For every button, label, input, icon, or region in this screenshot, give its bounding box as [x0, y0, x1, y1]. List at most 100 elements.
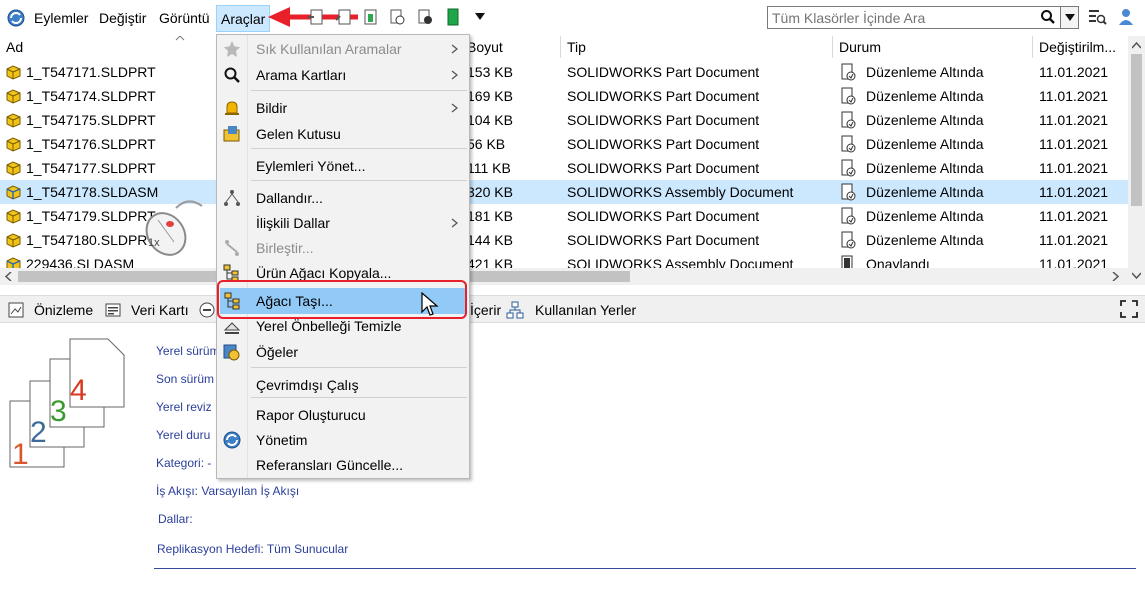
search-dropdown-button[interactable] — [1060, 7, 1078, 28]
file-size: 111 KB — [467, 160, 511, 176]
column-header-size[interactable]: Boyut — [467, 36, 503, 58]
horizontal-scrollbar[interactable] — [0, 268, 1128, 285]
tab-contains[interactable]: İçerir — [470, 302, 501, 318]
menu-item-update-references[interactable]: Referansları Güncelle... — [217, 453, 469, 477]
maximize-icon[interactable] — [1120, 300, 1138, 318]
file-size: 56 KB — [467, 136, 506, 152]
chevron-down-icon[interactable] — [474, 12, 486, 22]
editing-state-icon — [841, 135, 856, 153]
tab-data-card[interactable]: Veri Kartı — [131, 302, 189, 318]
file-modified: 11.01.2021 — [1039, 112, 1109, 128]
tab-where-used[interactable]: Kullanılan Yerler — [535, 302, 636, 318]
file-name: 1_T547176.SLDPRT — [26, 136, 156, 152]
file-modified: 11.01.2021 — [1039, 136, 1109, 152]
submenu-arrow-icon — [451, 103, 458, 113]
table-row[interactable]: 1_T547176.SLDPRT 56 KB SOLIDWORKS Part Doc… — [0, 132, 1128, 156]
file-name: 1_T547177.SLDPRT — [26, 160, 156, 176]
administration-icon — [223, 431, 241, 449]
vault-refresh-icon[interactable] — [6, 8, 26, 28]
file-type: SOLIDWORKS Part Document — [567, 88, 760, 104]
part-file-icon — [6, 209, 21, 224]
search-cards-icon — [224, 67, 240, 83]
user-icon[interactable] — [1118, 8, 1134, 26]
part-file-icon — [6, 233, 21, 248]
file-status: Düzenleme Altında — [866, 136, 984, 152]
editing-state-icon — [841, 63, 856, 81]
scroll-up-icon[interactable] — [1132, 41, 1141, 49]
menu-item-label: İlişkili Dallar — [256, 215, 330, 231]
menu-item-favorite-searches: Sık Kullanılan Aramalar — [217, 37, 469, 61]
detail-tab-bar: Önizleme Veri Kartı İçerir Kullanılan Ye… — [0, 295, 1145, 323]
menu-item-items[interactable]: Öğeler — [217, 340, 469, 364]
column-header-status[interactable]: Durum — [839, 36, 881, 58]
checkin-icon[interactable] — [362, 8, 378, 26]
menu-araclar[interactable]: Araçlar — [216, 5, 271, 32]
table-row[interactable]: 1_T547175.SLDPRT 104 KB SOLIDWORKS Part Do… — [0, 108, 1128, 132]
menu-item-work-offline[interactable]: Çevrimdışı Çalış — [217, 373, 469, 397]
book-icon[interactable] — [445, 8, 461, 26]
vertical-scrollbar[interactable] — [1128, 36, 1145, 285]
search-icon[interactable] — [1040, 9, 1056, 25]
menu-item-branch[interactable]: Dallandır... — [217, 186, 469, 210]
svg-text:1: 1 — [12, 438, 29, 471]
svg-text:2: 2 — [30, 416, 47, 449]
menu-item-inbox[interactable]: Gelen Kutusu — [217, 122, 469, 146]
column-header-name[interactable]: Ad — [6, 36, 23, 58]
new-file-icon[interactable] — [307, 8, 323, 26]
menu-item-notify[interactable]: Bildir — [217, 96, 469, 120]
get-version-icon[interactable] — [389, 8, 405, 26]
menu-eylemler[interactable]: Eylemler — [34, 10, 88, 26]
submenu-arrow-icon — [451, 70, 458, 80]
table-row[interactable]: 1_T547177.SLDPRT 111 KB SOLIDWORKS Part Do… — [0, 156, 1128, 180]
file-size: 104 KB — [467, 112, 513, 128]
menu-item-label: Sık Kullanılan Aramalar — [256, 41, 402, 57]
tab-preview[interactable]: Önizleme — [34, 302, 93, 318]
menu-item-search-cards[interactable]: Arama Kartları — [217, 63, 469, 87]
menu-item-label: Referansları Güncelle... — [256, 457, 404, 473]
menu-item-manage-actions[interactable]: Eylemleri Yönet... — [217, 154, 469, 178]
file-type: SOLIDWORKS Part Document — [567, 160, 760, 176]
undo-checkout-icon[interactable] — [417, 8, 433, 26]
table-row[interactable]: 1_T547174.SLDPRT 169 KB SOLIDWORKS Part Do… — [0, 84, 1128, 108]
file-modified: 11.01.2021 — [1039, 232, 1109, 248]
file-type: SOLIDWORKS Part Document — [567, 112, 760, 128]
file-size: 421 KB — [467, 256, 513, 268]
where-used-icon — [506, 301, 524, 319]
search-input[interactable] — [768, 7, 1038, 28]
scroll-right-icon[interactable] — [1112, 272, 1120, 281]
scroll-down-icon[interactable] — [1132, 272, 1141, 280]
detail-replication: Replikasyon Hedefi: Tüm Sunucular — [157, 542, 349, 556]
vertical-scroll-thumb[interactable] — [1131, 54, 1142, 206]
file-status: Düzenleme Altında — [866, 184, 984, 200]
part-file-icon — [6, 161, 21, 176]
sort-ascending-icon — [175, 36, 185, 41]
search-box[interactable] — [767, 6, 1079, 29]
inbox-icon — [223, 126, 240, 142]
menu-item-related-branches[interactable]: İlişkili Dallar — [217, 211, 469, 235]
menu-degistir[interactable]: Değiştir — [99, 10, 146, 26]
menu-goruntu[interactable]: Görüntü — [159, 10, 210, 26]
detail-divider — [154, 568, 1136, 569]
scroll-left-icon[interactable] — [4, 272, 12, 281]
branch-icon — [224, 190, 240, 206]
open-file-icon[interactable] — [335, 8, 351, 26]
menu-item-report-generator[interactable]: Rapor Oluşturucu — [217, 403, 469, 427]
table-row[interactable]: 1_T547171.SLDPRT 153 KB SOLIDWORKS Part Do… — [0, 60, 1128, 84]
menu-item-administration[interactable]: Yönetim — [217, 428, 469, 452]
file-type: SOLIDWORKS Part Document — [567, 232, 760, 248]
detail-local-revision: Yerel reviz — [156, 400, 212, 414]
menu-item-label: Yönetim — [256, 432, 308, 448]
submenu-arrow-icon — [451, 44, 458, 54]
column-header-modified[interactable]: Değiştirilm... — [1039, 36, 1116, 58]
file-modified: 11.01.2021 — [1039, 184, 1109, 200]
menu-item-label: Birleştir... — [256, 240, 314, 256]
part-file-icon — [6, 89, 21, 104]
menu-item-label: Eylemleri Yönet... — [256, 158, 366, 174]
search-options-icon[interactable] — [1089, 9, 1107, 25]
column-header-type[interactable]: Tip — [567, 36, 586, 58]
preview-icon — [8, 302, 24, 318]
detail-local-state: Yerel duru — [156, 428, 211, 442]
mouse-click-icon: 1x — [145, 200, 203, 256]
file-modified: 11.01.2021 — [1039, 208, 1109, 224]
file-status: Düzenleme Altında — [866, 232, 984, 248]
